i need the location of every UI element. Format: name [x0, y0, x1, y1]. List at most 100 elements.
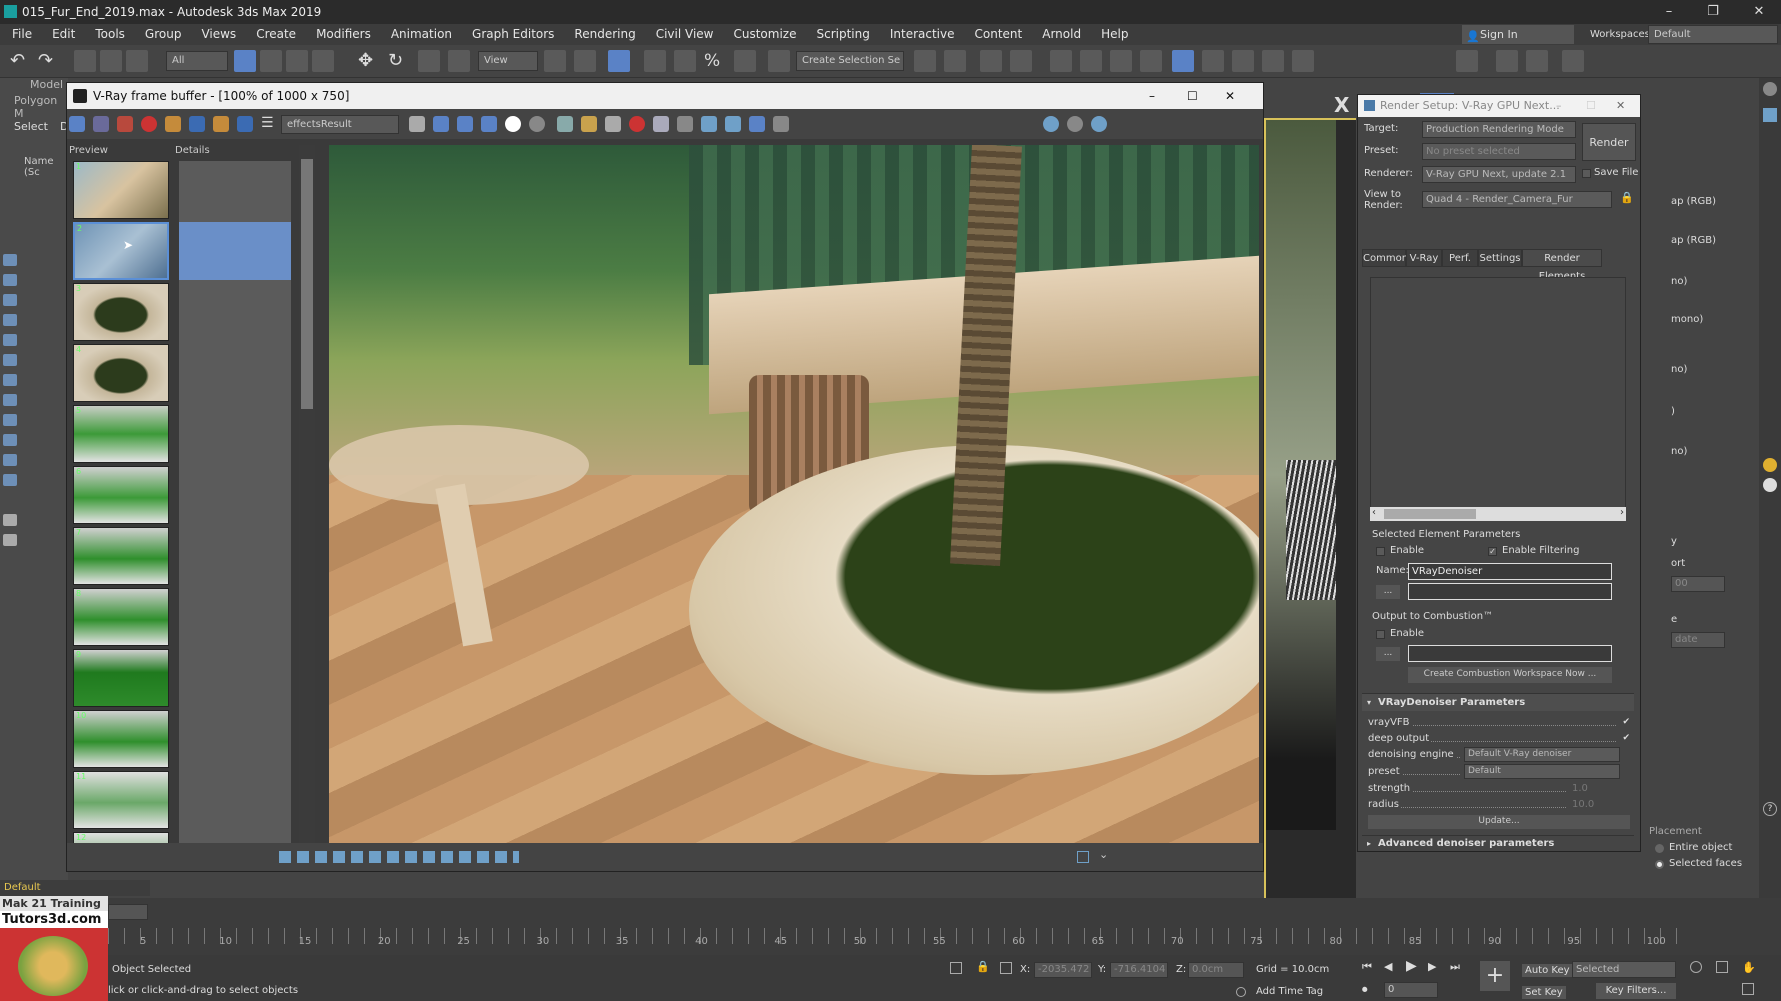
- close-icon[interactable]: ✕: [1737, 0, 1781, 24]
- menu-graph-editors[interactable]: Graph Editors: [462, 24, 564, 45]
- go-to-end-icon[interactable]: ⏭: [1450, 960, 1460, 974]
- snaps-toggle-icon[interactable]: [644, 50, 666, 72]
- link-icon-vfb[interactable]: [701, 116, 717, 132]
- menu-arnold[interactable]: Arnold: [1032, 24, 1091, 45]
- render-button[interactable]: Render: [1582, 123, 1636, 161]
- placement-icon[interactable]: [448, 50, 470, 72]
- reference-coordinate-dropdown[interactable]: View: [478, 51, 538, 71]
- snap-grid-icon[interactable]: [1496, 50, 1518, 72]
- history-thumb[interactable]: 1: [73, 161, 169, 219]
- set-key-button[interactable]: Set Key: [1522, 986, 1566, 999]
- next-frame-icon[interactable]: ▶: [1428, 960, 1436, 973]
- entire-object-radio[interactable]: [1655, 844, 1664, 853]
- sphere-icon[interactable]: [1763, 478, 1777, 492]
- display-groups-icon[interactable]: [3, 394, 17, 406]
- select-menu[interactable]: Select: [14, 120, 48, 133]
- minimize-icon[interactable]: –: [1647, 0, 1691, 24]
- hscroll-thumb[interactable]: [1384, 509, 1476, 519]
- history-icon[interactable]: [69, 116, 85, 132]
- deep-output-checkbox[interactable]: ✔: [1622, 733, 1630, 743]
- move-icon[interactable]: ✥: [358, 50, 380, 72]
- redo-icon[interactable]: ↷: [38, 50, 60, 72]
- panel-spinner[interactable]: 00: [1671, 576, 1725, 592]
- display-cameras-icon[interactable]: [3, 334, 17, 346]
- display-none-icon[interactable]: [3, 254, 17, 266]
- tab-vray[interactable]: V-Ray: [1406, 249, 1442, 267]
- mirror-icon[interactable]: [914, 50, 936, 72]
- render-in-cloud-icon[interactable]: [1262, 50, 1284, 72]
- combustion-enable-checkbox[interactable]: [1376, 630, 1385, 639]
- set-key-icon[interactable]: +: [1480, 961, 1510, 991]
- tab-perf[interactable]: Perf.: [1442, 249, 1478, 267]
- menu-interactive[interactable]: Interactive: [880, 24, 965, 45]
- menu-modifiers[interactable]: Modifiers: [306, 24, 381, 45]
- menu-edit[interactable]: Edit: [42, 24, 85, 45]
- schematic-view-icon[interactable]: [1110, 50, 1132, 72]
- menu-scripting[interactable]: Scripting: [806, 24, 879, 45]
- menu-tools[interactable]: Tools: [85, 24, 135, 45]
- percent-snap-icon[interactable]: %: [704, 50, 726, 72]
- save-image-icon[interactable]: [557, 116, 573, 132]
- selected-faces-radio[interactable]: [1655, 860, 1664, 869]
- current-frame-field[interactable]: 0: [1384, 982, 1438, 998]
- color-corrections-icon[interactable]: [237, 116, 253, 132]
- edit-named-selection-icon[interactable]: [768, 50, 790, 72]
- browse-button[interactable]: ...: [1376, 585, 1400, 599]
- output-path-input[interactable]: [1408, 583, 1612, 600]
- axis-x-button[interactable]: X: [1334, 93, 1349, 117]
- display-geometry-icon[interactable]: [3, 274, 17, 286]
- z-coordinate-field[interactable]: 0.0cm: [1188, 962, 1244, 978]
- menu-civil-view[interactable]: Civil View: [646, 24, 724, 45]
- rs-minimize-icon[interactable]: –: [1556, 95, 1562, 117]
- keyboard-shortcut-override-icon[interactable]: [608, 50, 630, 72]
- history-thumb[interactable]: 6: [73, 466, 169, 524]
- element-name-input[interactable]: VRayDenoiser: [1408, 563, 1612, 580]
- viewport-background[interactable]: [1264, 118, 1356, 902]
- window-crossing-icon[interactable]: [312, 50, 334, 72]
- vfb-close-icon[interactable]: ✕: [1225, 83, 1235, 109]
- text-overlay-icon[interactable]: [189, 116, 205, 132]
- enable-filtering-checkbox[interactable]: ✓: [1488, 547, 1497, 556]
- render-shortcuts-icon[interactable]: [1292, 50, 1314, 72]
- teapot-icon-3[interactable]: [1091, 116, 1107, 132]
- history-thumb[interactable]: 11: [73, 771, 169, 829]
- display-all-icon[interactable]: [3, 474, 17, 486]
- save-icon[interactable]: [93, 116, 109, 132]
- vfb-minimize-icon[interactable]: –: [1149, 83, 1155, 109]
- display-spacewarps-icon[interactable]: [3, 374, 17, 386]
- vfb-maximize-icon[interactable]: ☐: [1187, 83, 1198, 109]
- copy-icon[interactable]: [605, 116, 621, 132]
- link-icon[interactable]: [74, 50, 96, 72]
- clear-icon[interactable]: [141, 116, 157, 132]
- history-thumb-selected[interactable]: 2 ➤: [73, 222, 169, 280]
- scale-icon[interactable]: [418, 50, 440, 72]
- view-to-render-dropdown[interactable]: Quad 4 - Render_Camera_Fur: [1422, 191, 1612, 208]
- menu-create[interactable]: Create: [246, 24, 306, 45]
- layer-explorer-icon[interactable]: [980, 50, 1002, 72]
- update-button[interactable]: Update...: [1368, 815, 1630, 829]
- list-hscrollbar[interactable]: ‹ ›: [1370, 507, 1626, 521]
- maxscript-listener[interactable]: [108, 955, 109, 956]
- chevron-down-icon[interactable]: ⌄: [1099, 848, 1108, 861]
- bottom-tools-strip[interactable]: [279, 851, 519, 863]
- scroll-thumb[interactable]: [301, 159, 313, 409]
- snap-settings-icon[interactable]: [1526, 50, 1548, 72]
- open-folder-icon[interactable]: [581, 116, 597, 132]
- menu-group[interactable]: Group: [135, 24, 192, 45]
- tab-settings[interactable]: Settings: [1478, 249, 1522, 267]
- rect-selection-icon[interactable]: [286, 50, 308, 72]
- display-lights-icon[interactable]: [3, 314, 17, 326]
- render-setup-icon[interactable]: [1172, 50, 1194, 72]
- pan-icon[interactable]: ✋: [1742, 961, 1756, 974]
- denoising-engine-dropdown[interactable]: Default V-Ray denoiser: [1464, 747, 1620, 762]
- maximize-viewport-icon[interactable]: [1742, 983, 1754, 995]
- layer-dropdown[interactable]: Default: [0, 880, 150, 896]
- select-manipulate-icon[interactable]: [574, 50, 596, 72]
- save-file-checkbox[interactable]: [1582, 169, 1591, 178]
- channel-dropdown[interactable]: effectsResult: [281, 115, 399, 134]
- load-icon[interactable]: [409, 116, 425, 132]
- axis-cycle-icon[interactable]: [1456, 50, 1478, 72]
- time-tag-icon[interactable]: [1236, 987, 1246, 997]
- y-coordinate-field[interactable]: -716.4104: [1110, 962, 1168, 978]
- render-last-icon[interactable]: [773, 116, 789, 132]
